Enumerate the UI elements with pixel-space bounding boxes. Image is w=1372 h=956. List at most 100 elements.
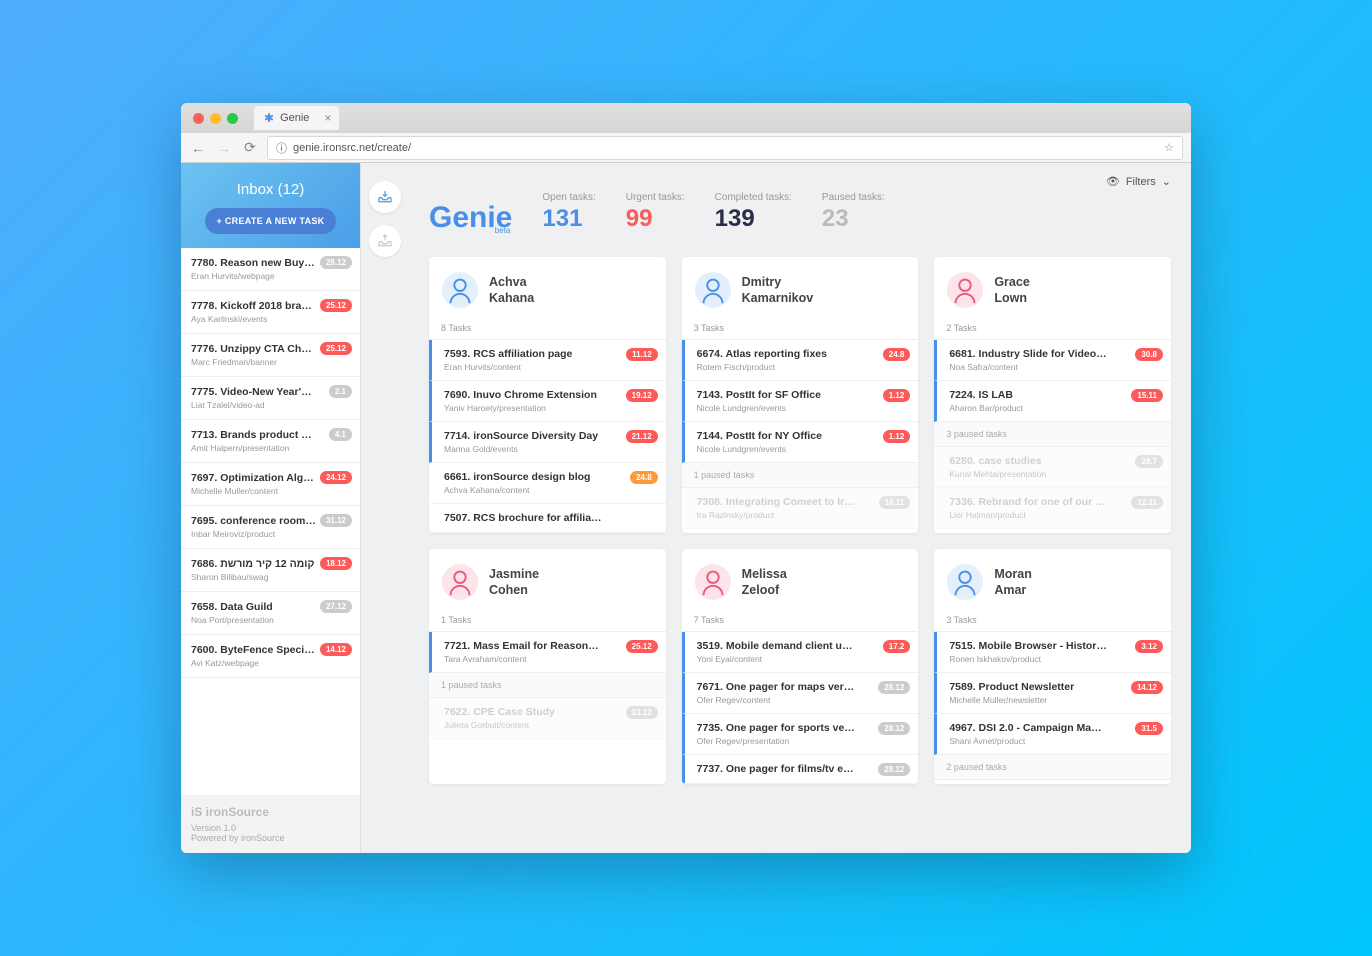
task-title: 7143. PostIt for SF Office xyxy=(697,389,909,401)
back-icon[interactable]: ← xyxy=(189,140,207,156)
task-card[interactable]: 4967. DSI 2.0 - Campaign Ma… Shani Avnet… xyxy=(934,714,1171,755)
task-card-paused[interactable]: 7336. Rebrand for one of our … Lior Halm… xyxy=(934,488,1171,529)
task-card[interactable]: 7721. Mass Email for Reason… Tara Avraha… xyxy=(429,632,666,673)
task-card[interactable]: 7515. Mobile Browser - Histor… Ronen Isk… xyxy=(934,632,1171,673)
maximize-window-icon[interactable] xyxy=(227,113,238,124)
inbox-item[interactable]: 7778. Kickoff 2018 branding Aya Karlinsk… xyxy=(181,291,360,334)
task-title: 7622. CPE Case Study xyxy=(444,706,656,718)
date-badge: 27.12 xyxy=(320,600,352,613)
task-card[interactable]: 6661. ironSource design blog Achva Kahan… xyxy=(429,463,666,504)
person-column: DmitryKamarnikov 3 Tasks 6674. Atlas rep… xyxy=(682,257,919,533)
inbox-item[interactable]: 7695. conference rooms … Inbar Meiroviz/… xyxy=(181,506,360,549)
task-card[interactable]: 7735. One pager for sports ve… Ofer Rege… xyxy=(682,714,919,755)
person-name: JasmineCohen xyxy=(489,566,539,599)
avatar-icon xyxy=(694,271,732,309)
inbox-item-sub: Sharon Bilibau/swag xyxy=(191,572,350,582)
minimize-window-icon[interactable] xyxy=(210,113,221,124)
footer-logo: iS ironSource xyxy=(191,805,350,819)
task-card[interactable]: 3519. Mobile demand client u… Yoni Eyal/… xyxy=(682,632,919,673)
inbox-tray-icon[interactable] xyxy=(369,181,401,213)
task-title: 7737. One pager for films/tv e… xyxy=(697,763,909,775)
date-badge: 1.12 xyxy=(883,430,911,443)
task-card-paused[interactable]: 6280. case studies Kunal Mehta/presentat… xyxy=(934,447,1171,488)
avatar-icon xyxy=(441,563,479,601)
close-tab-icon[interactable]: × xyxy=(324,111,331,125)
inbox-item[interactable]: 7713. Brands product mo… Amit Halpern/pr… xyxy=(181,420,360,463)
task-card[interactable]: 7593. RCS affiliation page Eran Hurvits/… xyxy=(429,340,666,381)
task-card[interactable]: 7589. Product Newsletter Michelle Muller… xyxy=(934,673,1171,714)
create-task-button[interactable]: + CREATE A NEW TASK xyxy=(205,208,337,234)
person-column: JasmineCohen 1 Tasks 7721. Mass Email fo… xyxy=(429,549,666,784)
task-count: 2 Tasks xyxy=(934,319,1171,340)
browser-tab[interactable]: ✱ Genie × xyxy=(254,106,339,130)
inbox-item[interactable]: 7697. Optimization Algorit… Michelle Mul… xyxy=(181,463,360,506)
task-card[interactable]: 7737. One pager for films/tv e… 28.12 xyxy=(682,755,919,784)
forward-icon[interactable]: → xyxy=(215,140,233,156)
task-title: 7507. RCS brochure for affilia… xyxy=(444,512,656,524)
inbox-list: 7780. Reason new Buy LP Eran Hurvits/web… xyxy=(181,248,360,795)
board: AchvaKahana 8 Tasks 7593. RCS affiliatio… xyxy=(429,257,1171,784)
task-sub: Tara Avraham/content xyxy=(444,654,656,664)
date-badge: 28.12 xyxy=(878,763,910,776)
date-badge: 19.12 xyxy=(626,389,658,402)
task-card[interactable]: 6674. Atlas reporting fixes Rotem Fisch/… xyxy=(682,340,919,381)
task-card[interactable]: 7224. IS LAB Aharon Bar/product 15.11 xyxy=(934,381,1171,422)
person-name: MelissaZeloof xyxy=(742,566,787,599)
task-card[interactable]: 6681. Industry Slide for Video… Noa Safr… xyxy=(934,340,1171,381)
task-sub: Nicole Lundgren/events xyxy=(697,444,909,454)
task-sub: Noa Safra/content xyxy=(949,362,1161,372)
task-card[interactable]: 7690. Inuvo Chrome Extension Yaniv Haroe… xyxy=(429,381,666,422)
task-card-paused[interactable]: 7622. CPE Case Study Julieta Gorbuit/con… xyxy=(429,698,666,739)
eye-icon: 👁 xyxy=(1106,175,1120,188)
task-title: 7308. Integrating Comeet to Ir… xyxy=(697,496,909,508)
date-badge: 28.12 xyxy=(878,681,910,694)
task-title: 6280. case studies xyxy=(949,455,1161,467)
task-sub: Ronen Iskhakov/product xyxy=(949,654,1161,664)
task-card[interactable]: 7507. RCS brochure for affilia… xyxy=(429,504,666,533)
rail xyxy=(361,163,409,853)
inbox-item[interactable]: 7776. Unzippy CTA Change Marc Friedman/b… xyxy=(181,334,360,377)
outbox-tray-icon[interactable] xyxy=(369,225,401,257)
inbox-item-title: 7713. Brands product mo… xyxy=(191,429,350,441)
task-title: 7714. ironSource Diversity Day xyxy=(444,430,656,442)
task-title: 7671. One pager for maps ver… xyxy=(697,681,909,693)
person-column: GraceLown 2 Tasks 6681. Industry Slide f… xyxy=(934,257,1171,533)
info-icon: ⓘ xyxy=(276,140,287,156)
date-badge: 13.12 xyxy=(626,706,658,719)
inbox-item-sub: Eran Hurvits/webpage xyxy=(191,271,350,281)
date-badge: 3.12 xyxy=(1135,640,1163,653)
date-badge: 30.8 xyxy=(1135,348,1163,361)
task-title: 7593. RCS affiliation page xyxy=(444,348,656,360)
inbox-item[interactable]: 7775. Video-New Year's P… Liat Tzalel/vi… xyxy=(181,377,360,420)
task-sub: Yoni Eyal/content xyxy=(697,654,909,664)
task-card-paused[interactable]: 7308. Integrating Comeet to Ir… Ira Razi… xyxy=(682,488,919,529)
paused-header: 1 paused tasks xyxy=(429,673,666,698)
person-name: AchvaKahana xyxy=(489,274,534,307)
inbox-item[interactable]: 7600. ByteFence Special … Avi Katz/webpa… xyxy=(181,635,360,678)
date-badge: 15.11 xyxy=(1131,389,1163,402)
date-badge: 14.12 xyxy=(1131,681,1163,694)
url-input[interactable]: ⓘ genie.ironsrc.net/create/ ☆ xyxy=(267,136,1183,160)
task-sub: Kunal Mehta/presentation xyxy=(949,469,1161,479)
avatar-icon xyxy=(946,563,984,601)
inbox-item[interactable]: 7780. Reason new Buy LP Eran Hurvits/web… xyxy=(181,248,360,291)
reload-icon[interactable]: ⟳ xyxy=(241,139,259,156)
close-window-icon[interactable] xyxy=(193,113,204,124)
task-card[interactable]: 7671. One pager for maps ver… Ofer Regev… xyxy=(682,673,919,714)
task-count: 3 Tasks xyxy=(934,611,1171,632)
bookmark-icon[interactable]: ☆ xyxy=(1164,141,1174,154)
filters-button[interactable]: 👁 Filters ⌄ xyxy=(1106,175,1171,188)
date-badge: 4.1 xyxy=(329,428,352,441)
date-badge: 18.12 xyxy=(320,557,352,570)
task-sub: Ofer Regev/presentation xyxy=(697,736,909,746)
inbox-item[interactable]: 7686. קומה 12 קיר מורשת Sharon Bilibau/s… xyxy=(181,549,360,592)
task-title: 3519. Mobile demand client u… xyxy=(697,640,909,652)
inbox-item-sub: Liat Tzalel/video-ad xyxy=(191,400,350,410)
tab-favicon-icon: ✱ xyxy=(264,111,274,125)
task-card[interactable]: 7144. PostIt for NY Office Nicole Lundgr… xyxy=(682,422,919,463)
task-card[interactable]: 7143. PostIt for SF Office Nicole Lundgr… xyxy=(682,381,919,422)
url-text: genie.ironsrc.net/create/ xyxy=(293,142,411,154)
inbox-item[interactable]: 7658. Data Guild Noa Port/presentation 2… xyxy=(181,592,360,635)
person-name: GraceLown xyxy=(994,274,1029,307)
task-card[interactable]: 7714. ironSource Diversity Day Marina Go… xyxy=(429,422,666,463)
